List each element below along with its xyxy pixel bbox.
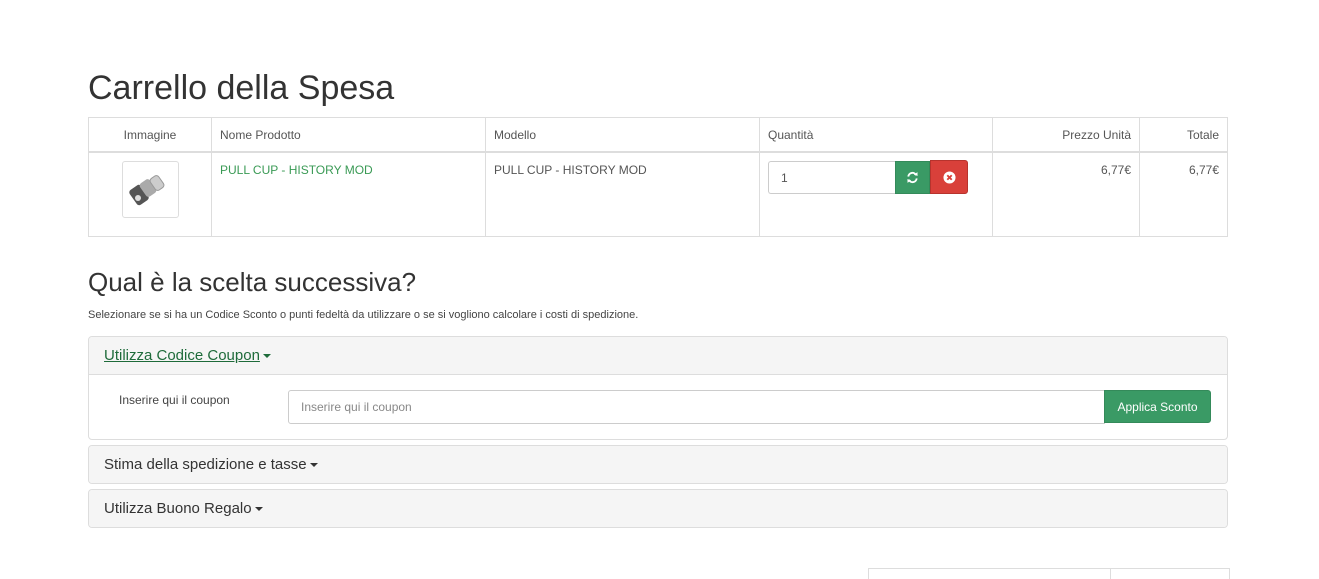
shipping-panel: Stima della spedizione e tasse [88, 445, 1228, 484]
totals-divider [1110, 569, 1111, 579]
cart-table: Immagine Nome Prodotto Modello Quantità … [88, 117, 1228, 237]
voucher-panel: Utilizza Buono Regalo [88, 489, 1228, 528]
next-step-title: Qual è la scelta successiva? [88, 267, 417, 297]
header-quantity: Quantità [759, 117, 993, 153]
remove-circle-icon [942, 170, 956, 184]
product-model: PULL CUP - HISTORY MOD [485, 151, 760, 237]
product-image-cell [88, 151, 212, 237]
product-thumbnail[interactable] [121, 161, 179, 218]
cart-table-header: Immagine Nome Prodotto Modello Quantità … [88, 117, 1228, 153]
coupon-panel-heading[interactable]: Utilizza Codice Coupon [89, 337, 1227, 375]
shipping-panel-heading[interactable]: Stima della spedizione e tasse [89, 446, 1227, 483]
voucher-panel-toggle[interactable]: Utilizza Buono Regalo [104, 500, 252, 517]
refresh-icon [907, 171, 918, 184]
coupon-label: Inserire qui il coupon [119, 393, 230, 407]
product-image [129, 174, 165, 205]
product-name-link[interactable]: PULL CUP - HISTORY MOD [220, 163, 373, 177]
table-row: PULL CUP - HISTORY MOD PULL CUP - HISTOR… [88, 151, 1228, 237]
header-image: Immagine [88, 117, 212, 153]
quantity-group [768, 160, 984, 194]
caret-down-icon [309, 462, 318, 467]
quantity-input[interactable] [768, 161, 895, 194]
apply-coupon-button[interactable]: Applica Sconto [1104, 390, 1211, 423]
next-step-intro: Selezionare se si ha un Codice Sconto o … [88, 309, 639, 321]
header-unit-price: Prezzo Unità [992, 117, 1140, 153]
page-title: Carrello della Spesa [88, 69, 395, 107]
coupon-panel: Utilizza Codice Coupon Inserire qui il c… [88, 336, 1228, 440]
voucher-panel-heading[interactable]: Utilizza Buono Regalo [89, 490, 1227, 527]
unit-price: 6,77€ [992, 151, 1140, 237]
header-product-name: Nome Prodotto [211, 117, 486, 153]
coupon-panel-toggle[interactable]: Utilizza Codice Coupon [104, 347, 260, 364]
header-model: Modello [485, 117, 760, 153]
remove-item-button[interactable] [930, 160, 968, 194]
coupon-panel-body: Inserire qui il coupon Applica Sconto [89, 375, 1227, 439]
update-quantity-button[interactable] [895, 161, 930, 194]
quantity-cell [759, 151, 993, 237]
row-total: 6,77€ [1139, 151, 1228, 237]
header-total: Totale [1139, 117, 1228, 153]
caret-down-icon [254, 506, 263, 511]
shipping-panel-toggle[interactable]: Stima della spedizione e tasse [104, 456, 307, 473]
coupon-input[interactable] [288, 390, 1105, 424]
product-name-cell: PULL CUP - HISTORY MOD [211, 151, 486, 237]
caret-down-icon [262, 353, 271, 358]
